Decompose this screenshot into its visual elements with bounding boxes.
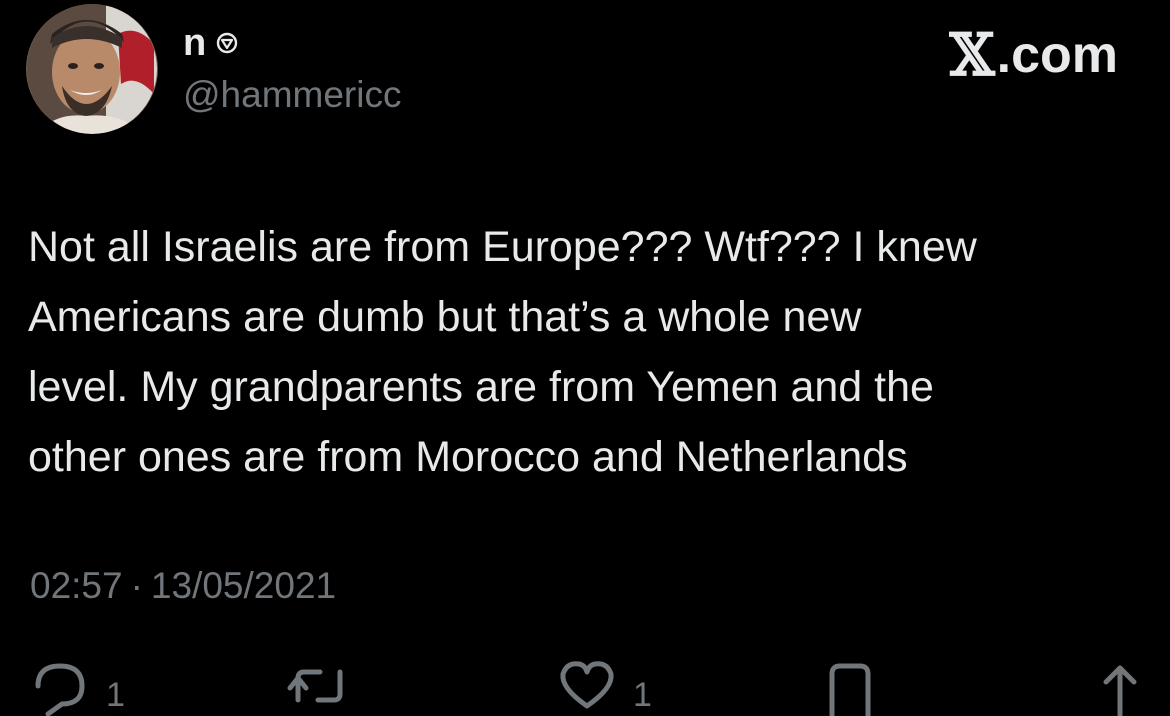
reply-button[interactable]: 1 <box>28 656 125 716</box>
tweet-date: 13/05/2021 <box>150 565 337 606</box>
author-name-row: n <box>183 24 238 62</box>
tweet-timestamp[interactable]: 02:57 · 13/05/2021 <box>30 567 336 604</box>
avatar-photo <box>27 4 157 134</box>
bookmark-icon <box>829 663 871 716</box>
reply-count: 1 <box>106 676 125 714</box>
brand-watermark: 𝕏 .com <box>950 26 1118 84</box>
verified-hexagon-icon <box>216 32 238 54</box>
like-button[interactable]: 1 <box>555 656 652 716</box>
bookmark-button[interactable] <box>822 656 878 716</box>
share-button[interactable] <box>1092 656 1148 716</box>
tweet-card: n @hammericc 𝕏 .com Not all Israelis are… <box>0 0 1170 716</box>
action-bar: 1 1 <box>0 656 1170 716</box>
timestamp-separator: · <box>130 565 143 606</box>
like-count: 1 <box>633 676 652 714</box>
reply-icon <box>35 663 85 716</box>
avatar[interactable] <box>26 4 158 134</box>
brand-label: .com <box>996 26 1118 84</box>
share-icon <box>1103 665 1137 716</box>
tweet-time: 02:57 <box>30 565 123 606</box>
retweet-icon <box>287 669 343 703</box>
x-logo-icon: 𝕏 <box>949 21 995 89</box>
display-name[interactable]: n <box>183 24 206 62</box>
heart-icon <box>560 661 614 709</box>
author-handle[interactable]: @hammericc <box>183 76 401 113</box>
tweet-text: Not all Israelis are from Europe??? Wtf?… <box>28 223 977 481</box>
retweet-button[interactable] <box>284 656 354 716</box>
